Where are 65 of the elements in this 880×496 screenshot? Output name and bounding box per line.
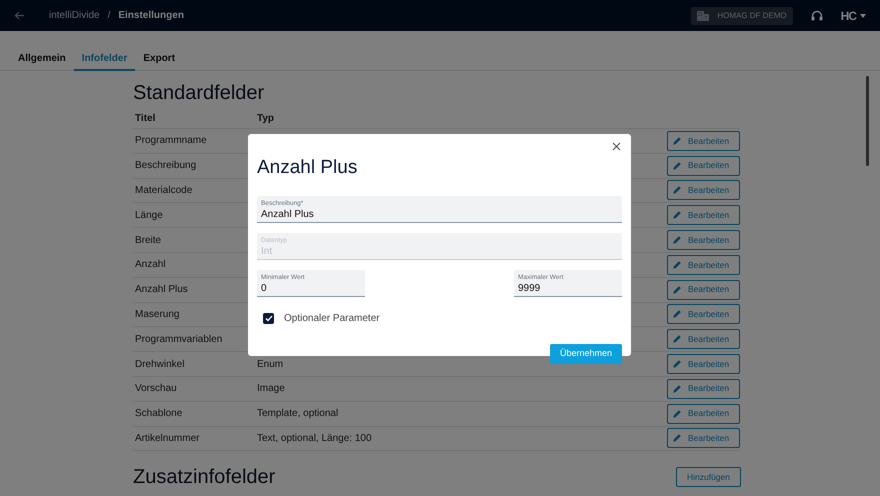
page-title: Einstellungen xyxy=(118,9,184,23)
tenant-button[interactable]: HOMAG DF DEMO xyxy=(691,6,793,24)
dialog-title: Anzahl Plus xyxy=(257,157,358,180)
pencil-icon xyxy=(672,160,682,171)
breadcrumb-separator: / xyxy=(108,9,110,23)
table-cell-text: Beschreibung xyxy=(135,159,198,174)
table-cell-text: Programmname xyxy=(135,134,208,148)
edit-button[interactable]: Bearbeiten xyxy=(667,428,740,448)
table-cell-text: Länge xyxy=(135,208,164,223)
tab[interactable]: Allgemein xyxy=(10,47,74,71)
pencil-icon xyxy=(672,384,682,394)
table-cell-text: Vorschau xyxy=(135,382,178,396)
table-cell: Enum xyxy=(257,358,284,370)
pencil-icon xyxy=(672,309,682,320)
logo[interactable]: HC xyxy=(840,6,856,24)
apply-button[interactable]: Übernehmen xyxy=(550,344,622,364)
pencil-icon xyxy=(672,433,682,444)
table-cell-text: Breite xyxy=(135,234,162,248)
pencil-icon xyxy=(672,359,682,370)
pencil-icon xyxy=(672,210,682,220)
table-cell-text: Anzahl Plus xyxy=(135,283,189,298)
building-icon xyxy=(697,10,710,20)
scrollbar[interactable] xyxy=(866,76,869,166)
add-button[interactable]: Hinzufügen xyxy=(676,467,741,488)
pencil-icon xyxy=(672,260,682,270)
close-button[interactable] xyxy=(610,140,623,153)
caret-icon[interactable] xyxy=(860,14,866,18)
table-cell: Image xyxy=(257,383,285,394)
table-cell-text: Artikelnummer xyxy=(135,432,200,446)
edit-button[interactable]: Bearbeiten xyxy=(667,378,740,399)
section-heading: Standardfelder xyxy=(133,81,266,105)
pencil-icon xyxy=(672,408,682,419)
edit-button[interactable]: Bearbeiten xyxy=(667,354,740,374)
section-heading: Zusatzinfofelder xyxy=(133,465,276,490)
tab[interactable]: Export xyxy=(135,47,184,71)
tab[interactable]: Infofelder xyxy=(74,47,136,71)
table-cell-text: Maserung xyxy=(135,308,180,322)
pencil-icon xyxy=(672,185,682,196)
table-cell-text: Anzahl xyxy=(135,258,167,272)
edit-button[interactable]: Bearbeiten xyxy=(667,404,740,424)
pencil-icon xyxy=(672,235,682,246)
headset-icon[interactable] xyxy=(810,10,823,22)
table-cell-text: Materialcode xyxy=(135,184,194,198)
breadcrumb-link[interactable]: intelliDivide xyxy=(49,8,100,23)
table-cell-text: Programmvariablen xyxy=(135,332,224,347)
checkbox[interactable] xyxy=(263,312,274,324)
table-cell-text: Drehwinkel xyxy=(135,358,186,372)
table-cell: Text, optional, Länge: 100 xyxy=(257,432,372,444)
edit-button[interactable]: Bearbeiten xyxy=(667,180,740,200)
edit-button[interactable]: Bearbeiten xyxy=(667,329,740,350)
edit-button[interactable]: Bearbeiten xyxy=(667,304,740,324)
edit-button[interactable]: Bearbeiten xyxy=(667,230,740,250)
edit-button[interactable]: Bearbeiten xyxy=(667,254,740,275)
pencil-icon xyxy=(672,136,682,146)
pencil-icon xyxy=(672,334,682,344)
edit-button[interactable]: Bearbeiten xyxy=(667,130,740,151)
table-cell: Template, optional xyxy=(257,408,338,420)
edit-button[interactable]: Bearbeiten xyxy=(667,205,740,226)
pencil-icon xyxy=(672,284,682,295)
table-cell-text: Schablone xyxy=(135,407,184,422)
column-header: Typ xyxy=(257,112,276,126)
edit-button[interactable]: Bearbeiten xyxy=(667,280,740,300)
column-header: Titel xyxy=(135,112,156,126)
checkbox-label: Optionaler Parameter xyxy=(284,312,380,326)
edit-button[interactable]: Bearbeiten xyxy=(667,156,740,176)
